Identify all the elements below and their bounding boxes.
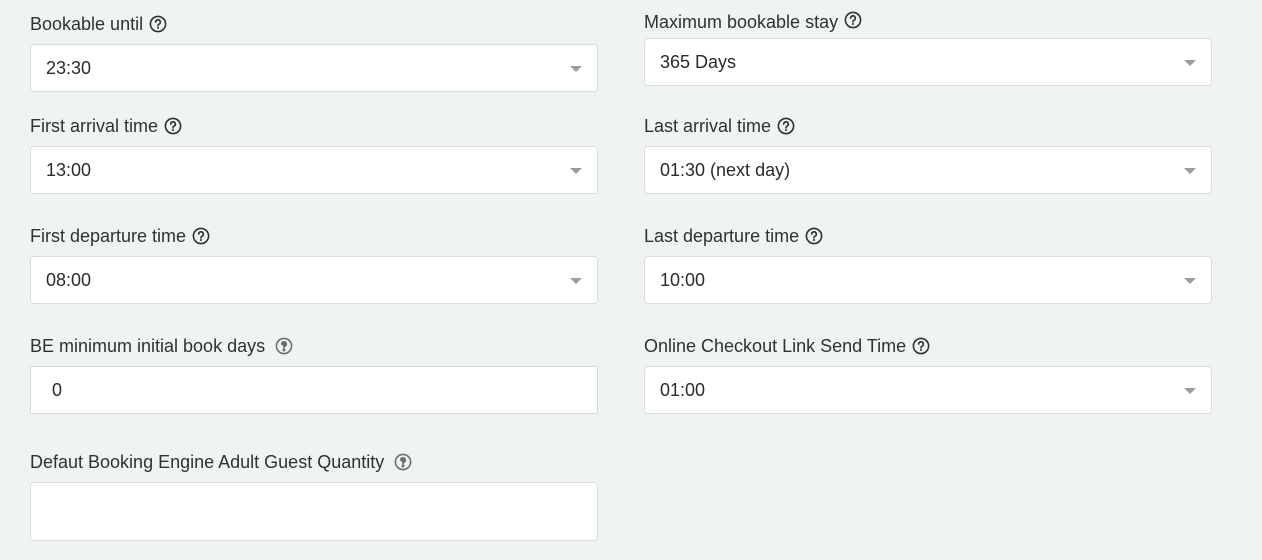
- last-departure-time-label: Last departure time: [644, 225, 800, 246]
- first-departure-time-field: First departure time 08:00: [30, 224, 598, 304]
- default-adult-guest-quantity-box: [30, 482, 598, 541]
- question-circle-icon[interactable]: [149, 15, 167, 33]
- online-checkout-link-send-time-field: Online Checkout Link Send Time 01:00: [644, 334, 1212, 414]
- maximum-bookable-stay-label: Maximum bookable stay: [644, 11, 839, 32]
- online-checkout-link-send-time-label: Online Checkout Link Send Time: [644, 335, 907, 356]
- be-minimum-initial-book-days-label: BE minimum initial book days: [30, 335, 266, 356]
- question-circle-icon[interactable]: [394, 453, 412, 471]
- first-arrival-time-select[interactable]: 13:00: [30, 146, 598, 194]
- question-circle-icon[interactable]: [912, 337, 930, 355]
- caret-down-icon: [1184, 388, 1196, 394]
- first-arrival-time-label-row: First arrival time: [30, 114, 598, 138]
- question-circle-icon[interactable]: [844, 11, 862, 29]
- caret-down-icon: [570, 278, 582, 284]
- be-minimum-initial-book-days-box: [30, 366, 598, 414]
- question-circle-icon[interactable]: [275, 337, 293, 355]
- last-departure-time-label-row: Last departure time: [644, 224, 1212, 248]
- online-checkout-link-send-time-value: 01:00: [660, 379, 706, 400]
- question-circle-icon[interactable]: [192, 227, 210, 245]
- be-minimum-initial-book-days-input[interactable]: [31, 367, 597, 413]
- default-adult-guest-quantity-input[interactable]: [31, 483, 597, 540]
- maximum-bookable-stay-select[interactable]: 365 Days: [644, 38, 1212, 86]
- maximum-bookable-stay-field: Maximum bookable stay 365 Days: [644, 10, 1212, 86]
- last-departure-time-field: Last departure time 10:00: [644, 224, 1212, 304]
- question-circle-icon[interactable]: [805, 227, 823, 245]
- first-arrival-time-field: First arrival time 13:00: [30, 114, 598, 194]
- default-adult-guest-quantity-label: Defaut Booking Engine Adult Guest Quanti…: [30, 451, 385, 472]
- caret-down-icon: [1184, 60, 1196, 66]
- last-arrival-time-value: 01:30 (next day): [660, 159, 791, 180]
- first-departure-time-label-row: First departure time: [30, 224, 598, 248]
- default-adult-guest-quantity-label-row: Defaut Booking Engine Adult Guest Quanti…: [30, 450, 598, 474]
- bookable-until-label-row: Bookable until: [30, 12, 598, 36]
- last-arrival-time-select[interactable]: 01:30 (next day): [644, 146, 1212, 194]
- first-arrival-time-label: First arrival time: [30, 115, 159, 136]
- first-departure-time-value: 08:00: [46, 269, 92, 290]
- first-departure-time-select[interactable]: 08:00: [30, 256, 598, 304]
- last-arrival-time-field: Last arrival time 01:30 (next day): [644, 114, 1212, 194]
- question-circle-icon[interactable]: [777, 117, 795, 135]
- bookable-until-value: 23:30: [46, 57, 92, 78]
- bookable-until-field: Bookable until 23:30: [30, 12, 598, 92]
- last-departure-time-select[interactable]: 10:00: [644, 256, 1212, 304]
- default-adult-guest-quantity-field: Defaut Booking Engine Adult Guest Quanti…: [30, 450, 598, 541]
- caret-down-icon: [570, 168, 582, 174]
- bookable-until-label: Bookable until: [30, 13, 144, 34]
- online-checkout-link-send-time-label-row: Online Checkout Link Send Time: [644, 334, 1212, 358]
- online-checkout-link-send-time-select[interactable]: 01:00: [644, 366, 1212, 414]
- first-departure-time-label: First departure time: [30, 225, 187, 246]
- last-departure-time-value: 10:00: [660, 269, 706, 290]
- be-minimum-initial-book-days-label-row: BE minimum initial book days: [30, 334, 598, 358]
- maximum-bookable-stay-label-row: Maximum bookable stay: [644, 10, 1212, 34]
- last-arrival-time-label-row: Last arrival time: [644, 114, 1212, 138]
- be-minimum-initial-book-days-field: BE minimum initial book days: [30, 334, 598, 414]
- caret-down-icon: [1184, 168, 1196, 174]
- maximum-bookable-stay-value: 365 Days: [660, 51, 737, 72]
- last-arrival-time-label: Last arrival time: [644, 115, 772, 136]
- caret-down-icon: [570, 66, 582, 72]
- caret-down-icon: [1184, 278, 1196, 284]
- bookable-until-select[interactable]: 23:30: [30, 44, 598, 92]
- first-arrival-time-value: 13:00: [46, 159, 92, 180]
- question-circle-icon[interactable]: [164, 117, 182, 135]
